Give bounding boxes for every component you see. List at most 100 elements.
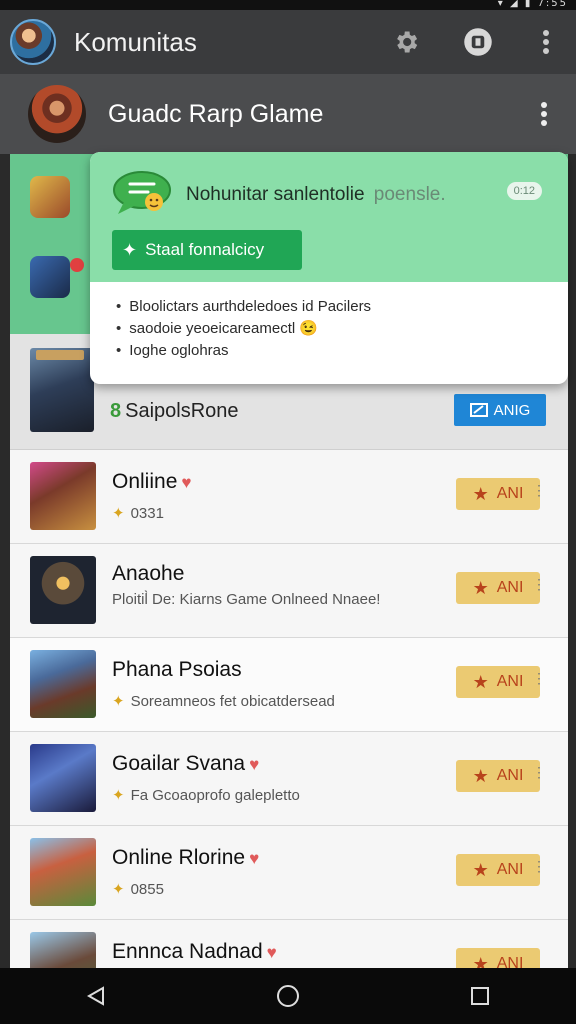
rate-button[interactable]: ★ ANI (456, 760, 540, 792)
popup-headline-suffix: poensle. (373, 184, 446, 205)
popup-action-button[interactable]: ✦ Staal fonnalcicy (112, 230, 302, 270)
popup-headline: Nohunitar sanlentolie poensle. (186, 184, 446, 206)
more-icon[interactable]: ⋮ (532, 764, 546, 781)
featured-button-label: ANIG (493, 401, 531, 419)
game-subtitle: ✦ 0855 (112, 880, 164, 899)
app-title: Komunitas (74, 26, 197, 57)
list-item[interactable]: Online Rlorine ♥ ✦ 0855 ★ ANI ⋮ (10, 826, 568, 920)
game-name-text: Ennnca Nadnad (112, 940, 263, 963)
community-more-button[interactable] (520, 90, 568, 138)
rate-button[interactable]: ★ ANI (456, 666, 540, 698)
star-icon: ★ (472, 483, 489, 504)
game-name-text: Phana Psoias (112, 658, 242, 681)
featured-thumbnail (30, 348, 94, 432)
rate-button-label: ANI (496, 579, 524, 596)
user-avatar[interactable] (10, 19, 56, 65)
game-name: Ennnca Nadnad ♥ (112, 940, 277, 964)
more-vert-icon (541, 102, 547, 126)
featured-label: SaipolsRone (125, 400, 239, 422)
rate-button[interactable]: ★ ANI (456, 572, 540, 604)
game-subtitle: Ploitil̀ De: Kiarns Game Onlneed Nnaee! (112, 590, 380, 609)
home-button[interactable] (258, 976, 318, 1016)
game-thumbnail (30, 462, 96, 530)
rate-button-label: ANI (496, 673, 524, 690)
more-icon[interactable]: ⋮ (532, 670, 546, 687)
game-thumbnail (30, 556, 96, 624)
community-title: Guadc Rarp Glame (108, 99, 324, 128)
tag-icon: ✦ (112, 881, 125, 898)
star-icon: ★ (472, 859, 489, 880)
rate-button[interactable]: ★ ANI (456, 948, 540, 968)
game-subtitle-text: 0331 (130, 505, 164, 522)
game-subtitle-text: Ploitil̀ De: Kiarns Game Onlneed Nnaee! (112, 591, 381, 608)
status-icons: ▾ ◢ ▮ 7:55 (497, 0, 568, 9)
app-bar: Komunitas (0, 10, 576, 74)
game-name: Onliine ♥ (112, 470, 191, 494)
back-icon (86, 986, 104, 1006)
popup-bullet: Ioghe oglohras (116, 340, 568, 362)
rate-button[interactable]: ★ ANI (456, 478, 540, 510)
heart-icon: ♥ (249, 755, 260, 774)
heart-icon: ♥ (181, 473, 192, 492)
heart-icon: ♥ (249, 849, 260, 868)
game-subtitle: ✦ Soreamneos fet obicatdersead (112, 692, 335, 711)
popup-headline-text: Nohunitar sanlentolie (186, 184, 365, 205)
game-subtitle-text: Soreamneos fet obicatdersead (130, 693, 335, 710)
gear-icon (397, 31, 418, 53)
game-name-text: Online Rlorine (112, 846, 246, 869)
rate-button[interactable]: ★ ANI (456, 854, 540, 886)
star-icon: ★ (472, 953, 489, 969)
list-item[interactable]: Anaohe Ploitil̀ De: Kiarns Game Onlneed … (10, 544, 568, 638)
status-bar: ▾ ◢ ▮ 7:55 (0, 0, 576, 10)
more-icon[interactable]: ⋮ (532, 576, 546, 593)
featured-action-button[interactable]: ANIG (454, 394, 546, 426)
game-subtitle-text: Fa Gcoaoprofo galepletto (130, 787, 300, 804)
more-icon[interactable]: ⋮ (532, 858, 546, 875)
list-item[interactable]: Phana Psoias ✦ Soreamneos fet obicatderse… (10, 638, 568, 732)
list-item[interactable]: Goailar Svana ♥ ✦ Fa Gcoaoprofo galepletto… (10, 732, 568, 826)
game-subtitle-text: 0855 (130, 881, 164, 898)
game-thumbnail (30, 838, 96, 906)
chat-bubble-icon (113, 171, 171, 214)
tag-icon: ✦ (112, 787, 125, 804)
more-icon[interactable]: ⋮ (532, 482, 546, 499)
game-name: Phana Psoias (112, 658, 242, 682)
rate-button-label: ANI (496, 955, 524, 968)
community-header: Guadc Rarp Glame (0, 74, 576, 154)
rate-button-label: ANI (496, 767, 524, 784)
rate-button-label: ANI (496, 485, 524, 502)
popup-bullet: Bloolictars aurthdeledoes id Pacilers (116, 296, 568, 318)
popup-bullet: saodoie yeoeicareamectl 😉 (116, 318, 568, 340)
heart-icon: ♥ (266, 943, 277, 962)
game-icon-thumb[interactable] (30, 176, 70, 218)
star-icon: ★ (472, 671, 489, 692)
game-name: Online Rlorine ♥ (112, 846, 259, 870)
popup-bullet-list: Bloolictars aurthdeledoes id Pacilers sa… (90, 282, 568, 362)
recents-button[interactable] (450, 976, 510, 1016)
popup-header: Nohunitar sanlentolie poensle. 0:12 ✦ St… (90, 152, 568, 282)
game-subtitle: ✦ Fa Gcoaoprofo galepletto (112, 786, 300, 805)
puzzle-icon: ✦ (122, 239, 138, 260)
game-name-text: Onliine (112, 470, 178, 493)
game-icon (464, 28, 492, 56)
star-icon: ★ (472, 765, 489, 786)
popup-action-label: Staal fonnalcicy (145, 240, 265, 259)
game-thumbnail (30, 650, 96, 718)
game-name-text: Anaohe (112, 562, 185, 585)
game-button[interactable] (454, 18, 502, 66)
more-vert-icon (543, 30, 549, 54)
game-icon-thumb[interactable] (30, 256, 70, 298)
notification-dot (70, 258, 84, 272)
list-item[interactable]: Onliine ♥ ✦ 0331 ★ ANI ⋮ (10, 450, 568, 544)
back-button[interactable] (66, 976, 126, 1016)
more-button[interactable] (522, 18, 570, 66)
rate-button-label: ANI (496, 861, 524, 878)
popup-badge: 0:12 (506, 182, 542, 200)
list-item[interactable]: Ennnca Nadnad ♥ ★ ANI (10, 920, 568, 968)
settings-button[interactable] (382, 18, 430, 66)
notification-popup[interactable]: Nohunitar sanlentolie poensle. 0:12 ✦ St… (90, 152, 568, 384)
community-avatar[interactable] (28, 85, 86, 143)
game-thumbnail (30, 744, 96, 812)
tag-icon: ✦ (112, 505, 125, 522)
star-icon: ★ (472, 577, 489, 598)
